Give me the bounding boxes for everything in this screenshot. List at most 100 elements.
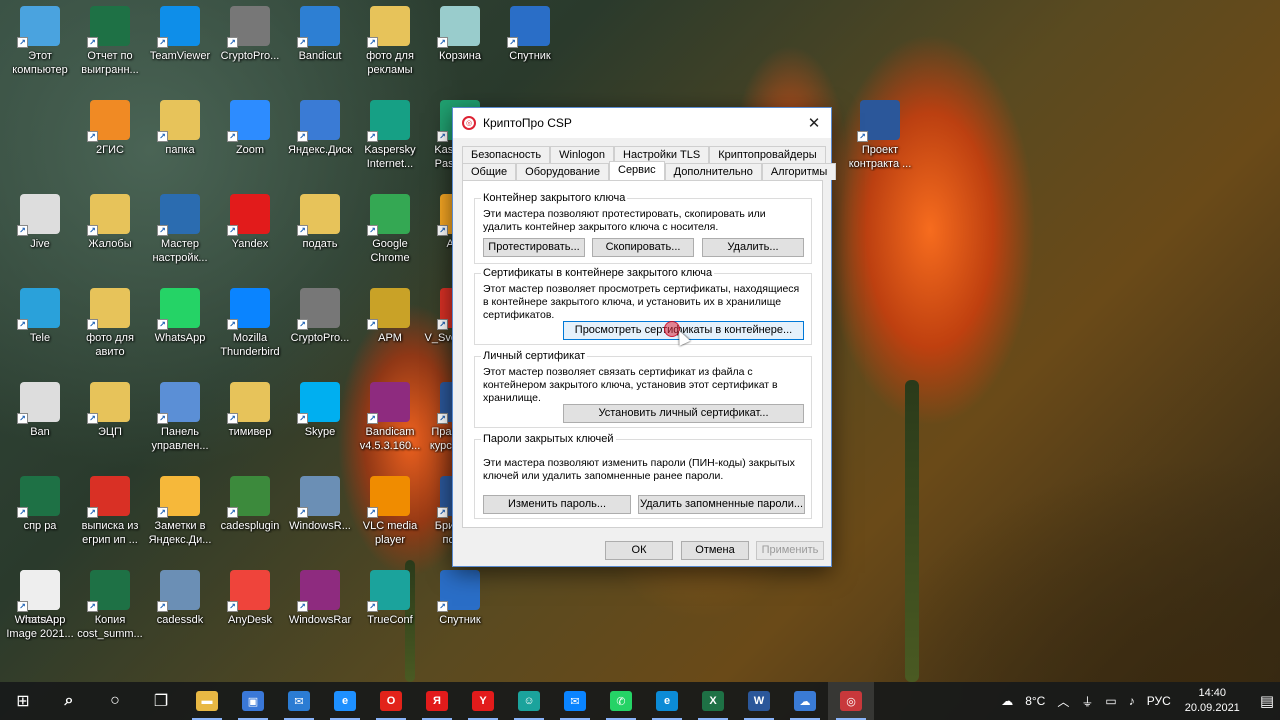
desktop-icon[interactable]: ↗ Bandicam v4.5.3.160...	[353, 382, 427, 453]
desktop-icon[interactable]: ↗ Yandex	[213, 194, 287, 251]
desktop-icon[interactable]: ↗ Спутник	[423, 570, 497, 627]
desktop-icon[interactable]: ↗ АРМ	[353, 288, 427, 345]
desktop-icon[interactable]: ↗ Tele	[3, 288, 77, 345]
taskbar-item[interactable]: ▬	[184, 682, 230, 720]
desktop-icon[interactable]: ↗ CryptoPro...	[283, 288, 357, 345]
weather-icon[interactable]: ☁	[1001, 694, 1013, 708]
desktop-icon-label: Жалобы	[88, 238, 132, 250]
taskbar-item[interactable]: e	[644, 682, 690, 720]
desktop-icon-label: выписка из егрип ип ...	[81, 520, 139, 546]
volume-icon[interactable]: ♪	[1129, 694, 1135, 708]
desktop-icon[interactable]: ↗ 2ГИС	[73, 100, 147, 157]
desktop-icon[interactable]: ↗ спр ра	[3, 476, 77, 533]
taskbar-item[interactable]: W	[736, 682, 782, 720]
taskbar-item[interactable]: ✉	[552, 682, 598, 720]
taskbar-item[interactable]: ☁	[782, 682, 828, 720]
test-button[interactable]: Протестировать...	[483, 238, 585, 257]
desktop-icon[interactable]: ↗ Копия cost_summ...	[73, 570, 147, 641]
taskbar-item[interactable]: O	[368, 682, 414, 720]
desktop-icon[interactable]: ↗ Отчет по выигранн...	[73, 6, 147, 77]
desktop-icon-label: Спутник	[439, 614, 481, 626]
taskbar-item[interactable]: Y	[460, 682, 506, 720]
desktop-icon[interactable]: ↗ WhatsApp	[143, 288, 217, 345]
install-personal-certificate-button[interactable]: Установить личный сертификат...	[563, 404, 804, 423]
taskbar-item[interactable]: X	[690, 682, 736, 720]
chevron-up-icon[interactable]: ︿	[1057, 693, 1069, 710]
shortcut-arrow-icon: ↗	[17, 601, 28, 612]
tab-general[interactable]: Общие	[462, 163, 517, 180]
desktop-icon[interactable]: ↗ ЭЦП	[73, 382, 147, 439]
copy-button[interactable]: Скопировать...	[592, 238, 694, 257]
desktop-icon[interactable]: ↗ cadessdk	[143, 570, 217, 627]
desktop-icon[interactable]: ↗ Zoom	[213, 100, 287, 157]
desktop-icon[interactable]: ↗ TeamViewer	[143, 6, 217, 63]
taskbar-item[interactable]: ✉	[276, 682, 322, 720]
usb-icon[interactable]: ⏚	[1081, 693, 1093, 710]
desktop-icon[interactable]: ↗ Bandicut	[283, 6, 357, 63]
start-button[interactable]: ⊞	[0, 682, 46, 720]
desktop-icon[interactable]: ↗ Mozilla Thunderbird	[213, 288, 287, 359]
desktop-icon[interactable]: ↗ подать	[283, 194, 357, 251]
desktop-icon[interactable]: ↗ TrueConf	[353, 570, 427, 627]
cancel-button[interactable]: Отмена	[681, 541, 749, 560]
desktop-icon[interactable]: ↗ Jive	[3, 194, 77, 251]
desktop-icon[interactable]: ↗ CryptoPro...	[213, 6, 287, 63]
tab-crypto-providers[interactable]: Криптопровайдеры	[709, 146, 826, 163]
taskbar-item[interactable]: ○	[92, 682, 138, 720]
desktop-icon[interactable]: ↗ Заметки в Яндекс.Ди...	[143, 476, 217, 547]
weather-temp[interactable]: 8°C	[1025, 694, 1045, 708]
desktop-icon[interactable]: ↗ Google Chrome	[353, 194, 427, 265]
tab-hardware[interactable]: Оборудование	[516, 163, 609, 180]
yandex-browser-icon: ↗	[227, 194, 270, 236]
tab-service[interactable]: Сервис	[609, 161, 665, 180]
desktop-icon[interactable]: ↗ фото для авито	[73, 288, 147, 359]
desktop-icon[interactable]: ↗ Skype	[283, 382, 357, 439]
network-icon[interactable]: ▭	[1105, 694, 1116, 708]
desktop-icon[interactable]: ↗ VLC media player	[353, 476, 427, 547]
forget-passwords-button[interactable]: Удалить запомненные пароли...	[638, 495, 805, 514]
desktop-icon[interactable]: ↗ тимивер	[213, 382, 287, 439]
shortcut-arrow-icon: ↗	[17, 319, 28, 330]
kaspersky-icon: ↗	[367, 100, 410, 142]
change-password-button[interactable]: Изменить пароль...	[483, 495, 631, 514]
taskbar-item[interactable]: Я	[414, 682, 460, 720]
desktop-icon[interactable]: ↗ WindowsR...	[283, 476, 357, 533]
delete-container-button[interactable]: Удалить...	[702, 238, 804, 257]
desktop-icon[interactable]: ↗ WindowsRar	[283, 570, 357, 627]
desktop-icon[interactable]: ↗ папка	[143, 100, 217, 157]
desktop-icon[interactable]: ↗ Kaspersky Internet...	[353, 100, 427, 171]
desktop-icon[interactable]: ↗ Спутник	[493, 6, 567, 63]
desktop-icon[interactable]: ↗ AnyDesk	[213, 570, 287, 627]
clock[interactable]: 14:40 20.09.2021	[1185, 686, 1240, 716]
desktop-icon-label: тимивер	[228, 426, 272, 438]
ok-button[interactable]: ОК	[605, 541, 673, 560]
desktop-icon[interactable]: ↗ Ban	[3, 382, 77, 439]
desktop-icon[interactable]: ↗ Яндекс.Диск	[283, 100, 357, 157]
tab-algorithms[interactable]: Алгоритмы	[761, 163, 837, 180]
desktop-icon[interactable]: ↗ Жалобы	[73, 194, 147, 251]
desktop-icon[interactable]: ↗ cadesplugin	[213, 476, 287, 533]
desktop-icon[interactable]: ↗ Мастер настройк...	[143, 194, 217, 265]
desktop-icon[interactable]: ↗ Панель управлен...	[143, 382, 217, 453]
taskbar-item[interactable]: ▣	[230, 682, 276, 720]
desktop-icon[interactable]: ↗ WhatsApp Image 2021...	[3, 570, 77, 641]
apply-button[interactable]: Применить	[756, 541, 824, 560]
taskbar-item[interactable]: ⌕	[46, 682, 92, 720]
desktop-icon[interactable]: ↗ выписка из егрип ип ...	[73, 476, 147, 547]
dialog-titlebar[interactable]: ◎ КриптоПро CSP ✕	[453, 108, 831, 138]
desktop-icon[interactable]: ↗ Корзина	[423, 6, 497, 63]
input-language[interactable]: РУС	[1147, 694, 1171, 708]
taskbar-item[interactable]: e	[322, 682, 368, 720]
taskbar-item[interactable]: ❐	[138, 682, 184, 720]
taskbar-item[interactable]: ◎	[828, 682, 874, 720]
tab-security[interactable]: Безопасность	[462, 146, 551, 163]
tab-winlogon[interactable]: Winlogon	[550, 146, 615, 163]
taskbar-item[interactable]: ☺	[506, 682, 552, 720]
tab-advanced[interactable]: Дополнительно	[664, 163, 762, 180]
taskbar-item[interactable]: ✆	[598, 682, 644, 720]
desktop-icon[interactable]: ↗ фото для рекламы	[353, 6, 427, 77]
desktop-icon[interactable]: ↗ Этот компьютер	[3, 6, 77, 77]
desktop-icon[interactable]: ↗ Проект контракта ...	[843, 100, 917, 171]
notifications-icon[interactable]: ▤	[1260, 692, 1274, 710]
close-icon[interactable]: ✕	[797, 108, 831, 138]
